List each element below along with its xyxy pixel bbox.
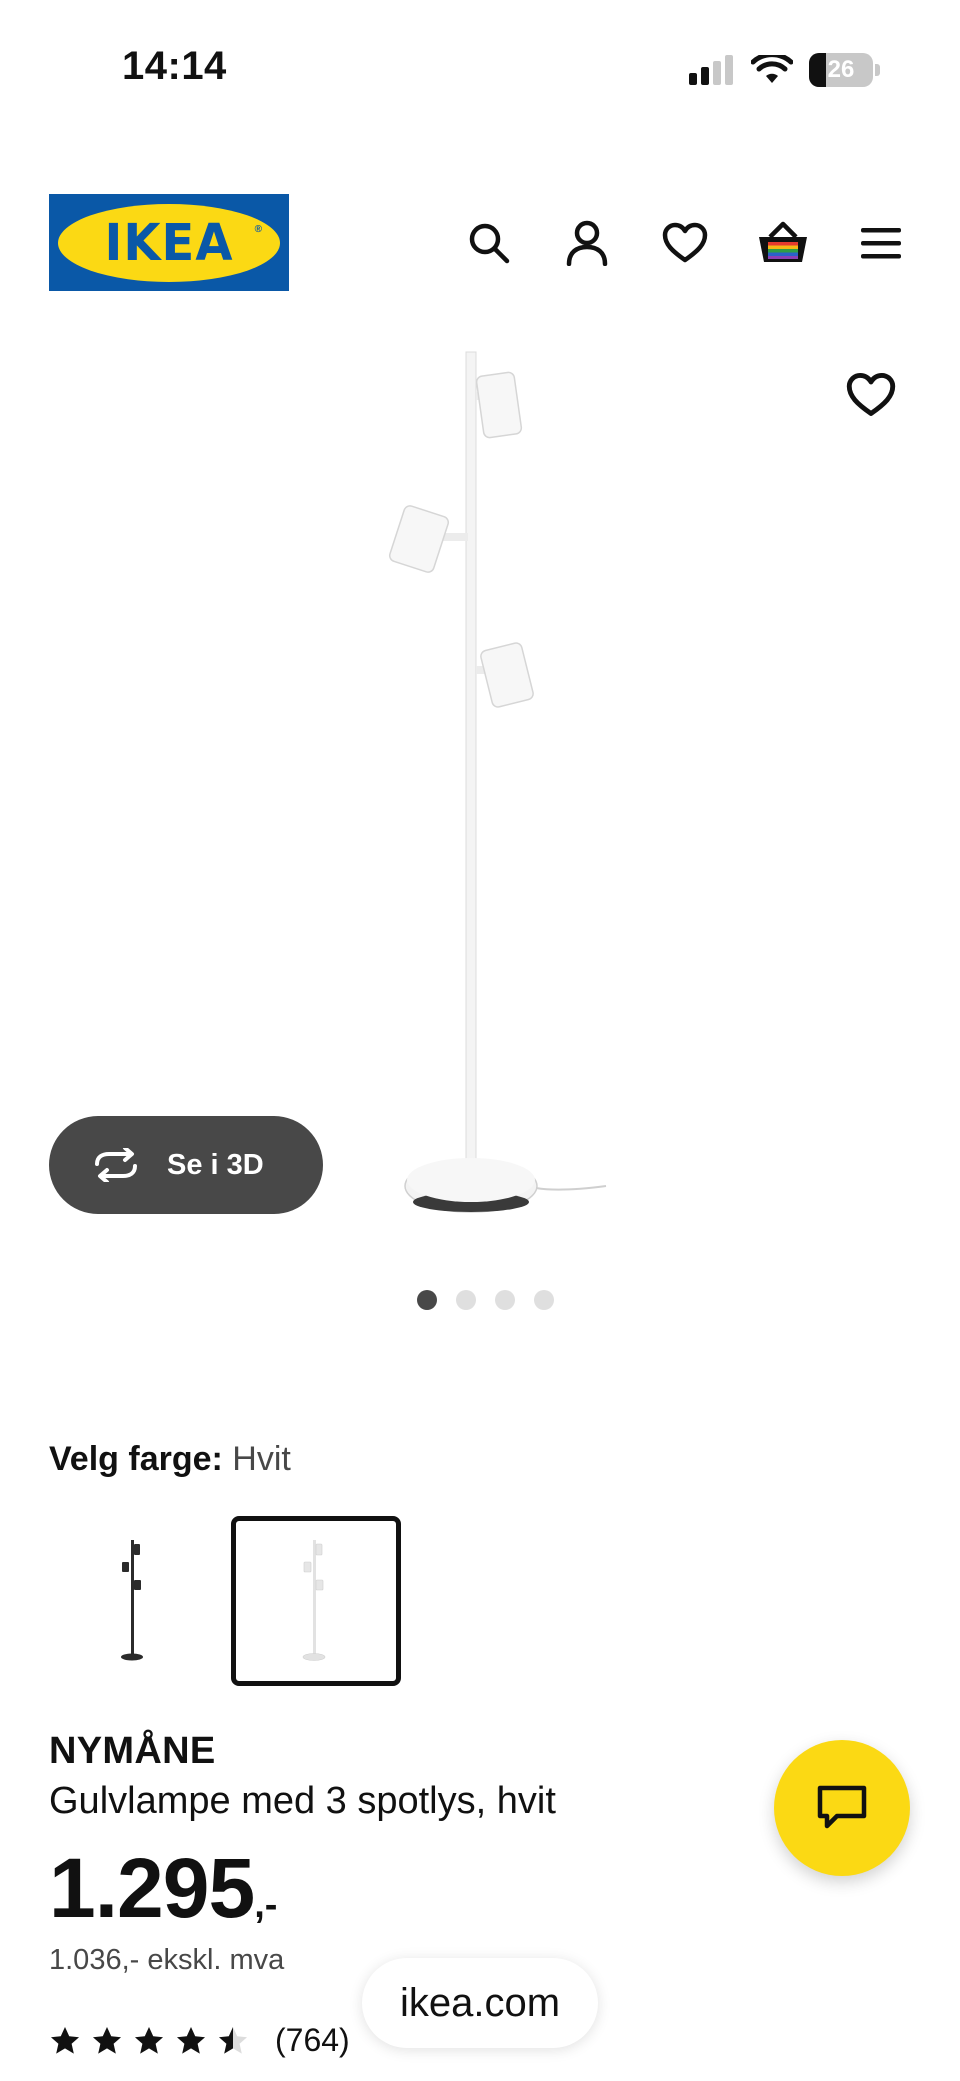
color-swatch-black[interactable] (49, 1516, 219, 1686)
gallery-dot[interactable] (455, 1290, 476, 1310)
account-icon (566, 220, 608, 266)
status-bar: 14:14 26 (0, 0, 960, 140)
white-lamp-thumbnail (302, 1540, 326, 1661)
basket-icon (759, 221, 807, 262)
status-time: 14:14 (122, 44, 227, 88)
basket-button[interactable] (734, 216, 832, 270)
add-to-favourites-button[interactable] (846, 372, 896, 422)
wifi-icon (751, 55, 793, 83)
price-suffix: ,- (254, 1884, 278, 1926)
status-icons: 26 (689, 50, 880, 90)
floor-lamp-image (388, 351, 607, 1213)
star-icon (135, 2026, 163, 2054)
product-name: NYMÅNE (49, 1730, 216, 1772)
search-icon (469, 223, 510, 264)
heart-icon (662, 222, 708, 263)
battery-level: 26 (827, 56, 855, 83)
signal-icon (689, 55, 733, 85)
color-label-text: Velg farge: (49, 1440, 223, 1478)
battery-icon: 26 (809, 53, 873, 87)
header-icons (440, 216, 930, 270)
selected-color-value: Hvit (232, 1440, 291, 1478)
color-swatch-white[interactable] (231, 1516, 401, 1686)
battery-tip (875, 64, 880, 76)
gallery-dot[interactable] (533, 1290, 554, 1310)
chat-button[interactable] (774, 1740, 910, 1876)
color-picker-label: Velg farge: Hvit (49, 1440, 291, 1479)
price-excl-vat: 1.036,- ekskl. mva (49, 1944, 285, 1976)
gallery-dot[interactable] (416, 1290, 437, 1310)
site-header: IKEA ® (0, 190, 960, 294)
star-icon (177, 2026, 205, 2054)
product-price: 1.295 ,- (49, 1840, 277, 1937)
rotate-3d-icon (95, 1148, 137, 1182)
search-button[interactable] (440, 216, 538, 270)
product-image-gallery[interactable]: Se i 3D (0, 330, 960, 1270)
star-icon (219, 2026, 247, 2054)
logo-text: IKEA (104, 213, 234, 272)
star-icon (51, 2026, 79, 2054)
star-icon (93, 2026, 121, 2054)
menu-icon (861, 228, 901, 259)
account-button[interactable] (538, 216, 636, 270)
logo-oval: IKEA ® (58, 203, 280, 282)
heart-icon (846, 372, 896, 416)
url-text: ikea.com (399, 1980, 561, 2025)
ikea-logo[interactable]: IKEA ® (49, 194, 289, 291)
product-description: Gulvlampe med 3 spotlys, hvit (49, 1780, 556, 1822)
product-rating[interactable]: (764) (49, 2022, 350, 2059)
menu-button[interactable] (832, 216, 930, 270)
favourites-button[interactable] (636, 216, 734, 270)
chat-icon (817, 1785, 867, 1829)
review-count: (764) (275, 2022, 350, 2058)
black-lamp-thumbnail (121, 1540, 143, 1661)
price-value: 1.295 (49, 1841, 255, 1935)
gallery-pagination (0, 1290, 960, 1310)
color-swatches (49, 1516, 401, 1686)
rating-stars (49, 2025, 249, 2057)
browser-url-bar[interactable]: ikea.com (362, 1958, 598, 2048)
view-in-3d-label: Se i 3D (167, 1148, 264, 1181)
view-in-3d-button[interactable]: Se i 3D (49, 1116, 323, 1214)
registered-mark: ® (254, 223, 262, 235)
gallery-dot[interactable] (494, 1290, 515, 1310)
